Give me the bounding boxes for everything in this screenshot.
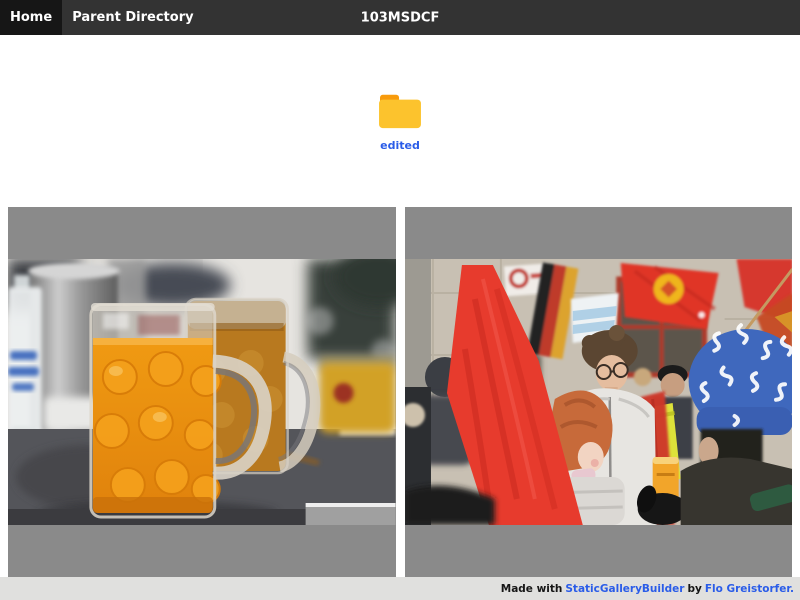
nav-item-home[interactable]: Home [0, 0, 62, 35]
gallery-item-1[interactable] [8, 207, 396, 577]
builder-link[interactable]: StaticGalleryBuilder [565, 583, 684, 595]
folder-icon [375, 91, 425, 131]
page-title: 103MSDCF [361, 10, 440, 25]
footer-made-with-text: Made with [501, 583, 563, 595]
nav-item-parent-directory[interactable]: Parent Directory [62, 0, 203, 35]
footer: Made with StaticGalleryBuilder by Flo Gr… [0, 577, 800, 600]
footer-by-text: by [687, 583, 701, 595]
navbar: Home Parent Directory 103MSDCF [0, 0, 800, 35]
photo-protest-red-flags [405, 259, 793, 525]
photo-orange-juice-mugs [8, 259, 396, 525]
gallery-grid [0, 207, 800, 577]
folder-section: edited [0, 91, 800, 152]
folder-label: edited [380, 139, 420, 152]
author-link[interactable]: Flo Greistorfer. [705, 583, 794, 595]
folder-link-edited[interactable]: edited [375, 91, 425, 152]
gallery-item-2[interactable] [405, 207, 793, 577]
